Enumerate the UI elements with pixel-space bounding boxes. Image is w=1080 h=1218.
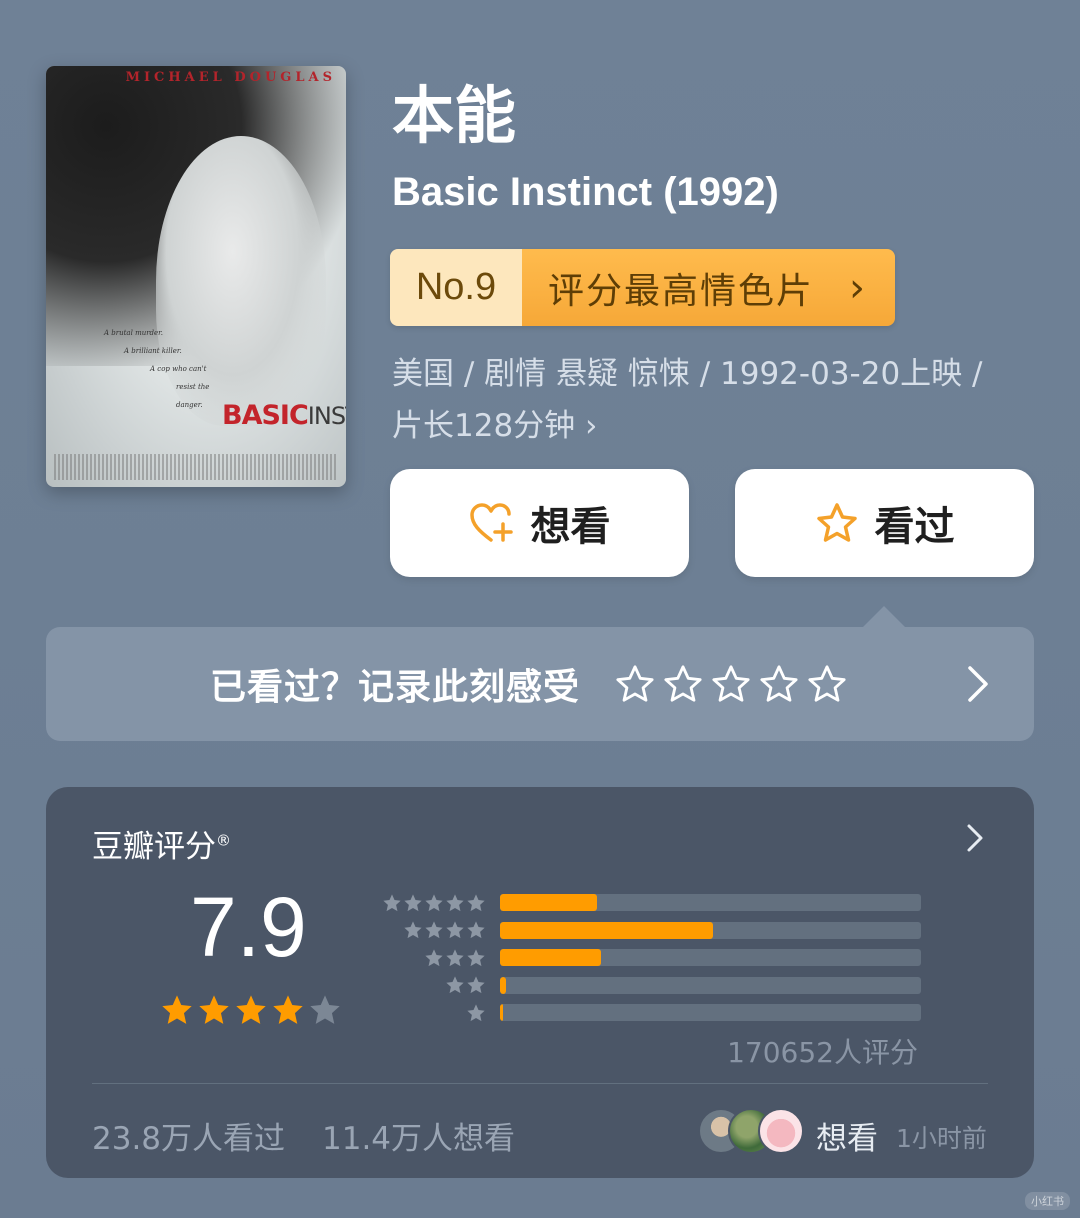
rank-label-wrap: 评分最高情色片 › [522, 249, 895, 326]
rating-bar-fill [500, 976, 507, 994]
rating-heading-text: 豆瓣评分 [92, 829, 216, 865]
avatar [758, 1108, 804, 1154]
rating-bar-track [500, 976, 921, 994]
star-small-icon [446, 976, 464, 994]
movie-title-en: Basic Instinct (1992) [392, 170, 779, 214]
record-feeling-bar[interactable]: 已看过？记录此刻感受 [46, 627, 1034, 741]
meta-line-2-wrap: 片长128分钟 › [392, 400, 1042, 452]
star-small-icon [467, 1004, 485, 1021]
row-stars [376, 975, 486, 995]
seen-count[interactable]: 23.8万人看过 [92, 1113, 285, 1158]
watermark: 小红书 [1025, 1192, 1070, 1210]
meta-line-2: 片长128分钟 [392, 408, 576, 444]
poster-tagline-line: A cop who can't [150, 365, 207, 373]
row-stars [376, 1003, 486, 1023]
rating-distribution [376, 889, 921, 1027]
row-stars [376, 948, 486, 968]
rank-badge[interactable]: No.9 评分最高情色片 › [390, 249, 895, 326]
want-count[interactable]: 11.4万人想看 [322, 1113, 515, 1158]
star-small-icon [404, 921, 422, 939]
record-prompt: 已看过？记录此刻感受 [210, 667, 581, 708]
friend-time: 1小时前 [896, 1124, 987, 1153]
want-to-watch-button[interactable]: 想看 [390, 469, 689, 577]
star-outline-icon[interactable] [806, 664, 848, 704]
star-small-icon [467, 894, 485, 911]
rating-card[interactable]: 豆瓣评分® 7.9 170652人评分 23.8万人看过 11.4万人想看 想看… [46, 787, 1034, 1178]
rating-bar-track [500, 949, 921, 967]
poster-credits [54, 454, 338, 480]
watched-label: 看过 [874, 504, 955, 550]
star-small-icon [467, 921, 485, 939]
rating-row-1-star [376, 999, 921, 1027]
rating-bar-fill [500, 1004, 504, 1022]
want-label: 想看 [530, 504, 611, 550]
star-small-icon [467, 976, 485, 994]
star-empty-icon [310, 995, 340, 1024]
record-pointer [862, 606, 906, 628]
poster-title-b: INSTINCT [307, 402, 346, 430]
star-small-icon [425, 921, 443, 939]
rating-row-4-star [376, 917, 921, 945]
star-filled-icon [236, 995, 266, 1024]
rating-heading: 豆瓣评分® [92, 821, 231, 866]
chevron-right-icon: › [849, 264, 867, 311]
rating-bar-track [500, 921, 921, 939]
rank-number: No.9 [390, 249, 522, 326]
poster-tagline-line: resist the danger. [176, 383, 210, 409]
trademark-mark: ® [216, 831, 231, 850]
chevron-right-icon: › [585, 408, 598, 444]
row-stars [376, 920, 486, 940]
movie-meta[interactable]: 美国 / 剧情 悬疑 惊悚 / 1992-03-20上映 / 片长128分钟 › [392, 348, 1042, 452]
star-small-icon [467, 949, 485, 966]
rating-row-2-star [376, 972, 921, 1000]
movie-title-zh: 本能 [392, 79, 517, 152]
star-small-icon [383, 894, 401, 911]
heart-plus-icon [469, 503, 513, 542]
rating-row-3-star [376, 944, 921, 972]
divider [92, 1083, 988, 1084]
watched-button[interactable]: 看过 [735, 469, 1034, 577]
poster-title: BASICINSTINCT [222, 400, 346, 431]
star-small-icon [446, 921, 464, 939]
star-outline-icon[interactable] [614, 664, 656, 704]
star-outline-icon[interactable] [662, 664, 704, 704]
poster-title-a: BASIC [222, 400, 309, 431]
rating-row-5-star [376, 889, 921, 917]
star-outline-icon[interactable] [710, 664, 752, 704]
rating-bar-fill [500, 894, 597, 912]
rating-bar-track [500, 894, 921, 912]
rating-stars [160, 993, 342, 1027]
poster-tagline-line: A brutal murder. [104, 329, 163, 337]
rating-bar-fill [500, 921, 713, 939]
movie-poster[interactable]: MICHAEL DOUGLAS A brutal murder. A brill… [46, 66, 346, 487]
poster-actor-name: MICHAEL DOUGLAS [125, 70, 336, 85]
row-stars [376, 893, 486, 913]
star-small-icon [425, 949, 443, 966]
rank-label: 评分最高情色片 [548, 270, 815, 312]
star-small-icon [425, 894, 443, 911]
star-outline-icon[interactable] [758, 664, 800, 704]
rating-bar-fill [500, 949, 602, 967]
rating-score: 7.9 [190, 880, 307, 974]
chevron-right-icon [968, 666, 988, 702]
poster-tagline: A brutal murder. A brilliant killer. A c… [104, 324, 224, 414]
rate-stars[interactable] [614, 664, 848, 704]
star-filled-icon [273, 995, 303, 1024]
chevron-right-icon[interactable] [966, 823, 984, 853]
rating-bar-track [500, 1004, 921, 1022]
friend-action: 想看 [816, 1121, 878, 1157]
rating-count: 170652人评分 [727, 1036, 918, 1069]
star-outline-icon [816, 503, 857, 542]
poster-tagline-line: A brilliant killer. [124, 347, 182, 355]
star-small-icon [446, 894, 464, 911]
star-small-icon [404, 894, 422, 911]
star-filled-icon [162, 995, 192, 1024]
star-filled-icon [199, 995, 229, 1024]
meta-line-1: 美国 / 剧情 悬疑 惊悚 / 1992-03-20上映 / [392, 356, 983, 392]
friend-avatars[interactable] [698, 1108, 810, 1156]
star-small-icon [446, 949, 464, 966]
